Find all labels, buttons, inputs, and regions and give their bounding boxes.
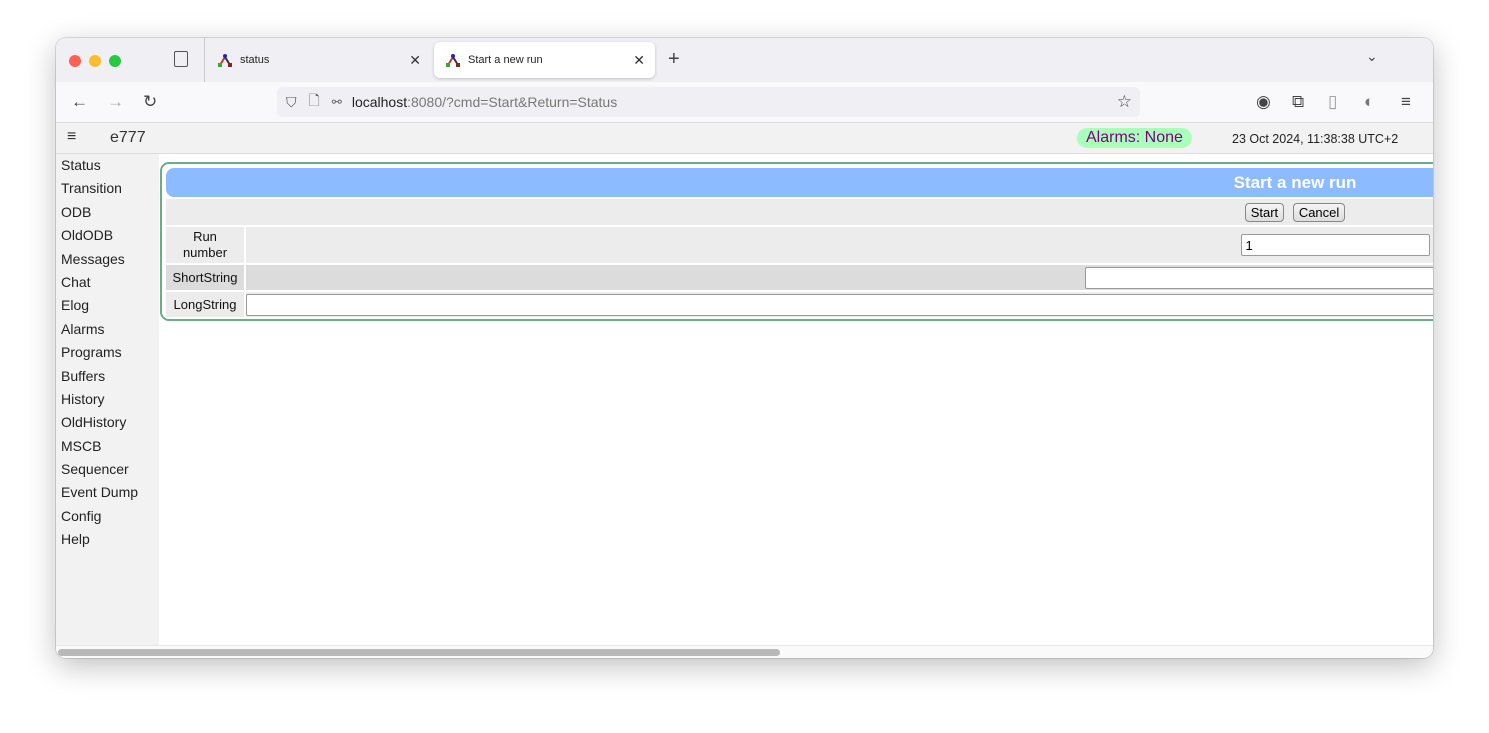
close-window-button[interactable] bbox=[69, 55, 81, 67]
browser-window: status ✕ Start a new run ✕ + ⌄ ← → ↻ ⛉ 🗋… bbox=[56, 38, 1433, 658]
page-icon: 🗋 bbox=[308, 92, 320, 108]
sidebar-item-history[interactable]: History bbox=[56, 388, 159, 411]
minimize-window-button[interactable] bbox=[89, 55, 101, 67]
sidebar-item-sequencer[interactable]: Sequencer bbox=[56, 458, 159, 481]
url-path: :8080/?cmd=Start&Return=Status bbox=[407, 94, 618, 110]
hamburger-menu-icon[interactable]: ≡ bbox=[67, 128, 76, 146]
sidebar-item-event-dump[interactable]: Event Dump bbox=[56, 481, 159, 504]
sidebar-item-transition[interactable]: Transition bbox=[56, 177, 159, 200]
sidebar-item-alarms[interactable]: Alarms bbox=[56, 318, 159, 341]
midas-logo-icon bbox=[218, 53, 232, 67]
sidebar-item-help[interactable]: Help bbox=[56, 528, 159, 551]
permissions-icon[interactable]: ⚯ bbox=[332, 95, 342, 109]
bookmark-star-icon[interactable]: ☆ bbox=[1117, 92, 1132, 112]
experiment-name: e777 bbox=[110, 129, 146, 146]
shortstring-label: ShortString bbox=[166, 265, 244, 290]
sidebar-item-messages[interactable]: Messages bbox=[56, 248, 159, 271]
extensions-icon[interactable]: ⧉ bbox=[1292, 92, 1304, 112]
nav-bar: ← → ↻ ⛉ 🗋 ⚯ localhost:8080/?cmd=Start&Re… bbox=[56, 82, 1433, 123]
tab-overview-icon[interactable] bbox=[174, 51, 188, 67]
start-run-form: Start a new run Start Cancel Run number … bbox=[160, 162, 1433, 321]
tab-label: Start a new run bbox=[468, 54, 543, 66]
reader-icon[interactable]: ▯ bbox=[1328, 92, 1337, 112]
new-tab-button[interactable]: + bbox=[668, 48, 680, 71]
run-number-input[interactable] bbox=[1240, 234, 1430, 256]
menu-icon[interactable]: ≡ bbox=[1401, 92, 1411, 112]
longstring-label: LongString bbox=[166, 292, 244, 317]
close-tab-icon[interactable]: ✕ bbox=[633, 52, 645, 69]
account-icon[interactable]: ◉ bbox=[1256, 92, 1271, 112]
run-number-label: Run number bbox=[166, 227, 244, 263]
main-content: Start a new run Start Cancel Run number … bbox=[159, 154, 1433, 645]
sidebar-item-status[interactable]: Status bbox=[56, 154, 159, 177]
form-title: Start a new run bbox=[166, 168, 1433, 197]
longstring-input[interactable] bbox=[246, 293, 1433, 316]
sidebar: Status Transition ODB OldODB Messages Ch… bbox=[56, 154, 159, 645]
sidebar-item-elog[interactable]: Elog bbox=[56, 294, 159, 317]
divider bbox=[204, 38, 205, 82]
tab-status[interactable]: status ✕ bbox=[206, 42, 431, 78]
sidebar-item-config[interactable]: Config bbox=[56, 505, 159, 528]
sidebar-item-oldhistory[interactable]: OldHistory bbox=[56, 411, 159, 434]
url-host: localhost bbox=[351, 94, 408, 110]
back-button[interactable]: ← bbox=[71, 92, 88, 112]
reload-button[interactable]: ↻ bbox=[143, 92, 157, 112]
shield-icon: ⛉ bbox=[286, 93, 297, 110]
scrollbar-thumb[interactable] bbox=[58, 649, 780, 656]
url-bar[interactable]: ⛉ 🗋 ⚯ localhost:8080/?cmd=Start&Return=S… bbox=[277, 87, 1140, 117]
cancel-button[interactable]: Cancel bbox=[1292, 202, 1346, 222]
blocked-extension-icon[interactable]: ◐ bbox=[1364, 92, 1374, 112]
tab-bar: status ✕ Start a new run ✕ + ⌄ bbox=[56, 38, 1433, 82]
close-tab-icon[interactable]: ✕ bbox=[409, 52, 421, 69]
maximize-window-button[interactable] bbox=[109, 55, 121, 67]
sidebar-item-mscb[interactable]: MSCB bbox=[56, 435, 159, 458]
tab-label: status bbox=[240, 54, 270, 66]
sidebar-item-chat[interactable]: Chat bbox=[56, 271, 159, 294]
start-button[interactable]: Start bbox=[1244, 202, 1285, 222]
forward-button[interactable]: → bbox=[107, 92, 124, 112]
sidebar-item-oldodb[interactable]: OldODB bbox=[56, 224, 159, 247]
tab-start-run[interactable]: Start a new run ✕ bbox=[434, 42, 655, 78]
datetime: 23 Oct 2024, 11:38:38 UTC+2 bbox=[1232, 132, 1399, 146]
sidebar-item-odb[interactable]: ODB bbox=[56, 201, 159, 224]
midas-header: ≡ e777 Alarms: None 23 Oct 2024, 11:38:3… bbox=[56, 123, 1433, 154]
list-tabs-chevron-icon[interactable]: ⌄ bbox=[1366, 48, 1378, 65]
sidebar-item-buffers[interactable]: Buffers bbox=[56, 365, 159, 388]
midas-logo-icon bbox=[446, 53, 460, 67]
shortstring-input[interactable] bbox=[1085, 266, 1433, 289]
sidebar-item-programs[interactable]: Programs bbox=[56, 341, 159, 364]
horizontal-scrollbar[interactable] bbox=[56, 645, 1433, 658]
alarms-badge[interactable]: Alarms: None bbox=[1077, 128, 1192, 148]
